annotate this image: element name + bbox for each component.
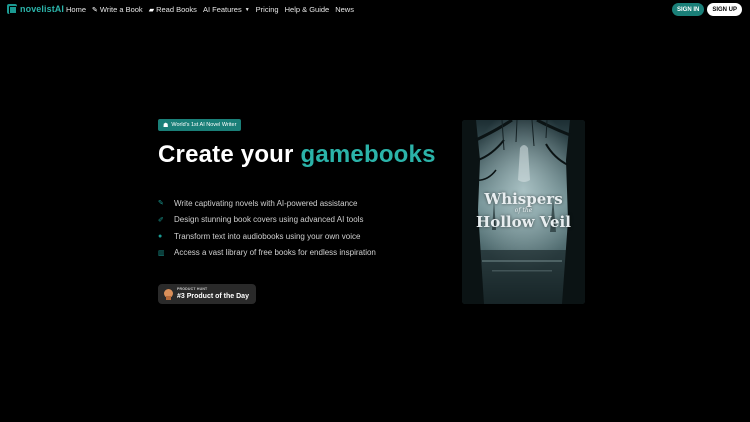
brand-name: novelistAI	[20, 4, 65, 14]
headline-accent: gamebooks	[300, 141, 436, 168]
nav-help-guide[interactable]: Help & Guide	[285, 5, 330, 14]
hero-badge: ☗ World's 1st AI Novel Writer	[158, 119, 242, 131]
nav-read-books[interactable]: ▰ Read Books	[149, 5, 197, 14]
feature-item: ✐ Design stunning book covers using adva…	[158, 215, 364, 225]
cover-title: Whispers of the Hollow Veil	[476, 190, 571, 231]
feature-item: ✎ Write captivating novels with AI-power…	[158, 198, 358, 208]
pencil-icon: ✎	[92, 6, 98, 14]
logo-icon	[7, 4, 17, 14]
product-hunt-badge[interactable]: PRODUCT HUNT #3 Product of the Day	[158, 284, 256, 304]
robot-icon: ☗	[163, 122, 169, 129]
chevron-down-icon: ▼	[244, 6, 250, 13]
book-icon: ▰	[148, 6, 155, 14]
nav-news[interactable]: News	[335, 5, 354, 14]
feature-item: ▥ Access a vast library of free books fo…	[158, 248, 376, 258]
nav-home[interactable]: Home	[66, 5, 86, 14]
brush-icon: ✐	[158, 216, 164, 224]
feature-list: ✎ Write captivating novels with AI-power…	[158, 195, 376, 261]
hero-headline: Create your gamebooks	[158, 141, 436, 168]
nav-links: Home ✎ Write a Book ▰ Read Books AI Featur…	[66, 5, 354, 14]
microphone-icon: ●	[158, 232, 163, 240]
auth-buttons: SIGN IN SIGN UP	[671, 3, 742, 16]
pencil-icon: ✎	[158, 200, 164, 208]
nav-pricing[interactable]: Pricing	[256, 5, 279, 14]
feature-item: ● Transform text into audiobooks using y…	[158, 231, 361, 241]
brand-logo[interactable]: novelistAI	[7, 4, 64, 14]
sign-up-button[interactable]: SIGN UP	[707, 3, 742, 16]
sign-in-button[interactable]: SIGN IN	[671, 3, 705, 16]
medal-icon	[164, 288, 173, 300]
nav-write-a-book[interactable]: ✎ Write a Book	[92, 5, 143, 14]
book-open-icon: ▥	[158, 249, 165, 257]
book-cover-image: Whispers of the Hollow Veil	[462, 120, 585, 304]
nav-ai-features[interactable]: AI Features ▼	[203, 5, 250, 14]
top-navbar: novelistAI Home ✎ Write a Book ▰ Read Book…	[0, 0, 750, 20]
